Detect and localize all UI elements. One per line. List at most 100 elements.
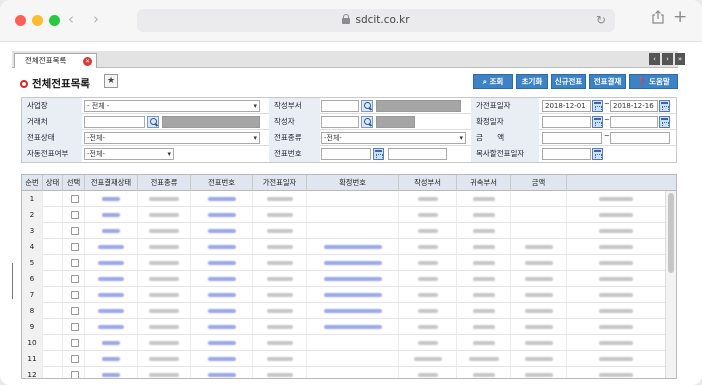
reload-icon[interactable]: ↻ [596,9,606,32]
select-cell[interactable] [63,319,85,335]
select-cell[interactable] [63,303,85,319]
client-code-input[interactable] [84,116,145,128]
grid-scrollbar[interactable] [665,191,676,378]
copy-date-input[interactable] [542,148,591,160]
provisional-date-from-input[interactable]: 2018-12-01 [542,100,591,112]
tab-close-icon[interactable]: ✕ [83,57,92,66]
row-checkbox[interactable] [71,307,79,315]
author-code-input[interactable] [321,116,359,128]
reset-button[interactable]: 초기화 [516,74,548,89]
close-window-button[interactable] [15,15,26,26]
col-header-6[interactable]: 가전표일자 [253,175,307,191]
table-row[interactable]: 1 [22,191,666,207]
provisional-date-to-input[interactable]: 2018-12-16 [610,100,658,112]
table-row[interactable]: 3 [22,223,666,239]
browser-window: ‹ › sdcit.co.kr ↻ + 전체전표목록 ✕ ‹ › » 전체전표목… [0,0,702,385]
row-checkbox[interactable] [71,275,79,283]
row-checkbox[interactable] [71,323,79,331]
confirm-calendar-from-icon[interactable] [592,116,603,128]
voucher-number-input-2[interactable] [388,148,447,160]
minimize-window-button[interactable] [32,15,43,26]
client-search-icon[interactable] [147,116,159,128]
table-row[interactable]: 2 [22,207,666,223]
copy-date-calendar-icon[interactable] [592,148,603,160]
new-voucher-button[interactable]: 신규전표 [551,74,586,89]
row-checkbox[interactable] [71,371,79,378]
select-cell[interactable] [63,351,85,367]
table-row[interactable]: 11 [22,351,666,367]
table-row[interactable]: 10 [22,335,666,351]
confirm-range-tilde: ~ [604,116,610,124]
select-cell[interactable] [63,255,85,271]
tab-prev-icon[interactable]: ‹ [649,53,660,65]
col-header-5[interactable]: 전표번호 [191,175,253,191]
col-header-1[interactable]: 상태 [43,175,63,191]
forward-icon[interactable]: › [93,10,99,28]
new-tab-icon[interactable]: + [673,7,687,27]
tab-next-icon[interactable]: › [662,53,673,65]
col-header-10[interactable]: 금액 [511,175,567,191]
amount-to-input[interactable] [610,132,670,144]
confirm-date-to-input[interactable] [610,116,658,128]
auto-voucher-select[interactable]: -전체- [84,148,174,160]
help-button[interactable]: ❓ 도움말 [629,74,678,89]
table-row[interactable]: 6 [22,271,666,287]
confirm-date-from-input[interactable] [542,116,591,128]
author-search-icon[interactable] [361,116,373,128]
select-cell[interactable] [63,335,85,351]
row-checkbox[interactable] [71,291,79,299]
confirm-calendar-to-icon[interactable] [659,116,670,128]
address-bar[interactable]: sdcit.co.kr ↻ [137,9,615,32]
row-checkbox[interactable] [71,355,79,363]
search-button[interactable]: ⌕ 조회 [473,74,513,89]
voucher-type-select[interactable]: -전체- [321,132,466,144]
select-cell[interactable] [63,287,85,303]
table-row[interactable]: 8 [22,303,666,319]
row-checkbox[interactable] [71,227,79,235]
col-header-3[interactable]: 전표결재상태 [85,175,138,191]
table-row[interactable]: 5 [22,255,666,271]
col-header-7[interactable]: 확정번호 [307,175,399,191]
cell-obscured [399,271,457,287]
favorite-star-button[interactable]: ★ [104,74,118,88]
voucher-number-input[interactable] [321,148,371,160]
col-header-4[interactable]: 전표종류 [138,175,191,191]
select-cell[interactable] [63,207,85,223]
cell-obscured [191,191,253,207]
obscured-text [266,373,293,377]
row-checkbox[interactable] [71,243,79,251]
row-checkbox[interactable] [71,195,79,203]
table-row[interactable]: 12 [22,367,666,378]
tab-all-vouchers[interactable]: 전체전표목록 ✕ [14,53,97,68]
select-cell[interactable] [63,223,85,239]
obscured-text [149,261,179,265]
amount-from-input[interactable] [542,132,602,144]
table-row[interactable]: 9 [22,319,666,335]
table-row[interactable]: 4 [22,239,666,255]
author-dept-search-icon[interactable] [361,100,373,112]
row-checkbox[interactable] [71,339,79,347]
calendar-from-icon[interactable] [592,100,603,112]
select-cell[interactable] [63,191,85,207]
col-header-9[interactable]: 귀속부서 [457,175,511,191]
row-checkbox[interactable] [71,211,79,219]
table-row[interactable]: 7 [22,287,666,303]
maximize-window-button[interactable] [49,15,60,26]
row-checkbox[interactable] [71,259,79,267]
scrollbar-thumb[interactable] [668,193,674,273]
voucher-number-picker-icon[interactable] [373,148,384,160]
select-cell[interactable] [63,367,85,378]
col-header-8[interactable]: 작성부서 [399,175,457,191]
col-header-2[interactable]: 선택 [63,175,85,191]
share-icon[interactable] [652,10,664,24]
voucher-status-select[interactable]: -전체- [84,132,260,144]
select-cell[interactable] [63,239,85,255]
select-cell[interactable] [63,271,85,287]
col-header-0[interactable]: 순번 [22,175,43,191]
author-dept-code-input[interactable] [321,100,359,112]
approve-voucher-button[interactable]: 전표결재 [589,74,626,89]
tab-list-icon[interactable]: » [675,53,685,65]
calendar-to-icon[interactable] [659,100,670,112]
back-icon[interactable]: ‹ [68,10,74,28]
business-site-select[interactable]: - 전체 - [84,100,260,112]
